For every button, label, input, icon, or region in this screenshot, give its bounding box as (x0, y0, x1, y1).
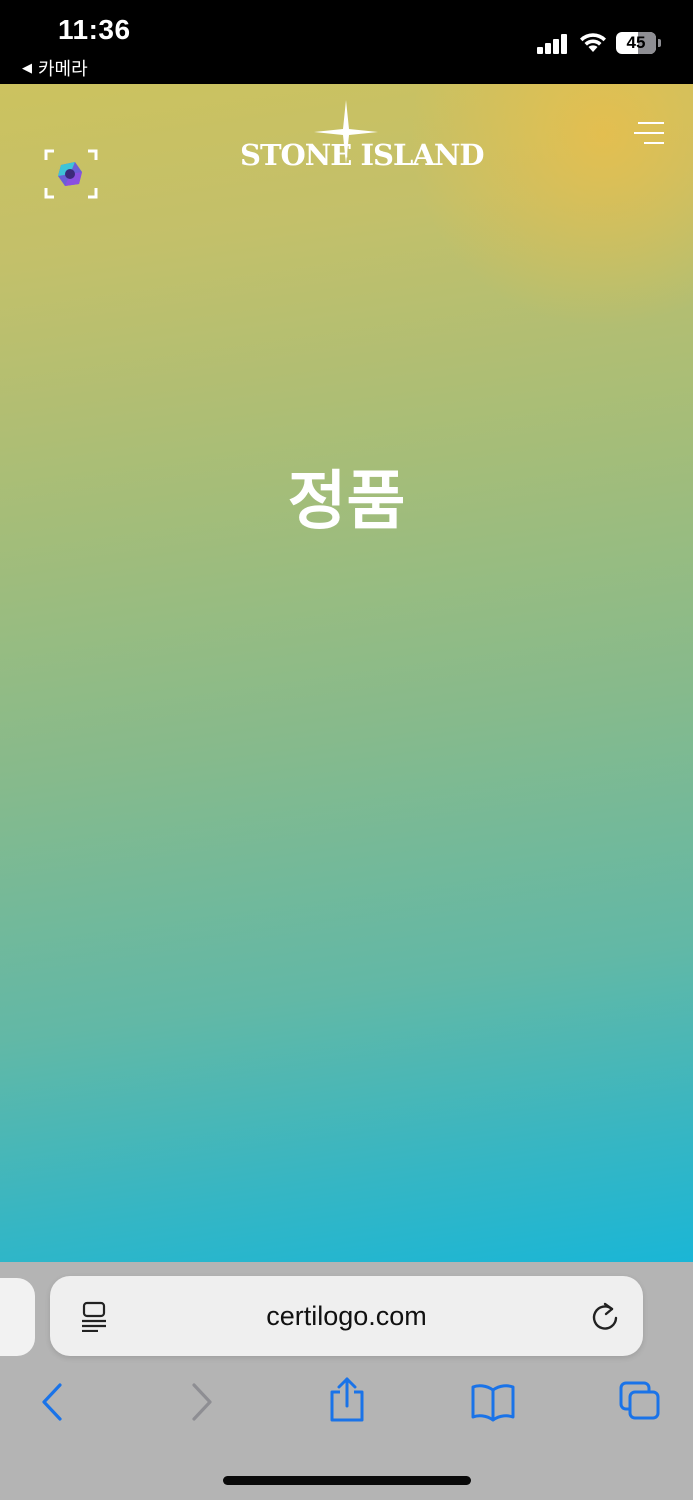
scan-icon[interactable] (44, 148, 98, 200)
address-bar[interactable]: certilogo.com (50, 1276, 643, 1356)
wifi-icon (580, 33, 606, 52)
tabs-icon[interactable] (618, 1380, 662, 1422)
logo-text: STONE ISLAND (240, 138, 485, 172)
back-to-app-link[interactable]: ◀ 카메라 (22, 55, 88, 81)
battery-icon: 45 (616, 32, 656, 54)
previous-tab-preview[interactable] (0, 1278, 35, 1356)
safari-bottom-bar: certilogo.com (0, 1262, 693, 1500)
back-triangle-icon: ◀ (22, 60, 32, 76)
home-indicator[interactable] (223, 1476, 471, 1485)
cellular-signal-icon (537, 34, 569, 54)
reload-icon[interactable] (590, 1300, 620, 1332)
menu-button[interactable] (630, 120, 664, 146)
menu-line-icon (644, 142, 664, 144)
bookmarks-icon[interactable] (470, 1382, 516, 1422)
forward-icon[interactable] (190, 1382, 214, 1422)
stone-island-logo[interactable]: STONE ISLAND (240, 100, 485, 180)
authenticity-headline: 정품 (287, 465, 406, 539)
back-app-label: 카메라 (38, 59, 88, 80)
menu-line-icon (634, 132, 664, 134)
battery-level: 45 (626, 33, 646, 52)
status-time: 11:36 (58, 14, 131, 45)
share-icon[interactable] (328, 1376, 366, 1422)
web-page: STONE ISLAND 정품 (0, 84, 693, 1262)
url-text: certilogo.com (266, 1301, 427, 1331)
menu-line-icon (638, 122, 664, 124)
status-bar: 11:36 ◀ 카메라 45 (0, 0, 693, 84)
back-icon[interactable] (40, 1382, 64, 1422)
